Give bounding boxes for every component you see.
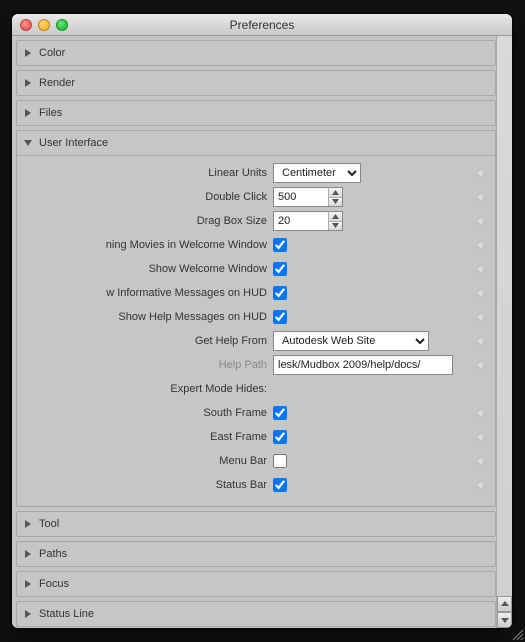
close-icon[interactable] (20, 19, 32, 31)
section-status-line: Status Line (16, 601, 496, 627)
section-body-ui: Linear Units Centimeter Double Click (17, 155, 495, 506)
section-title: Files (39, 107, 62, 119)
drag-box-stepper[interactable] (273, 211, 343, 231)
section-header-render[interactable]: Render (17, 71, 495, 95)
window-body: Color Render Files (12, 36, 512, 628)
reset-dot-icon[interactable] (477, 481, 485, 489)
disclosure-right-icon (23, 609, 33, 619)
reset-dot-icon[interactable] (477, 409, 485, 417)
titlebar[interactable]: Preferences (12, 14, 512, 36)
disclosure-right-icon (23, 549, 33, 559)
section-user-interface: User Interface Linear Units Centimeter (16, 130, 496, 507)
disclosure-right-icon (23, 108, 33, 118)
double-click-stepper[interactable] (273, 187, 343, 207)
welcome-label: Show Welcome Window (25, 263, 273, 275)
section-header-files[interactable]: Files (17, 101, 495, 125)
south-frame-label: South Frame (25, 407, 273, 419)
resize-grip-icon[interactable] (510, 627, 512, 628)
section-title: Color (39, 47, 65, 59)
menu-bar-checkbox[interactable] (273, 454, 287, 468)
get-help-label: Get Help From (25, 335, 273, 347)
section-paths: Paths (16, 541, 496, 567)
section-title: Tool (39, 518, 59, 530)
section-files: Files (16, 100, 496, 126)
south-frame-checkbox[interactable] (273, 406, 287, 420)
step-down-icon[interactable] (329, 197, 342, 207)
section-header-tool[interactable]: Tool (17, 512, 495, 536)
section-title: Focus (39, 578, 69, 590)
hud-info-label: w Informative Messages on HUD (25, 287, 273, 299)
help-path-label: Help Path (25, 359, 273, 371)
step-up-icon[interactable] (329, 212, 342, 221)
status-bar-checkbox[interactable] (273, 478, 287, 492)
disclosure-right-icon (23, 48, 33, 58)
reset-dot-icon[interactable] (477, 265, 485, 273)
linear-units-select[interactable]: Centimeter (273, 163, 361, 183)
vertical-scrollbar[interactable] (496, 36, 512, 628)
east-frame-checkbox[interactable] (273, 430, 287, 444)
section-header-status-line[interactable]: Status Line (17, 602, 495, 626)
reset-dot-icon[interactable] (477, 313, 485, 321)
hud-help-checkbox[interactable] (273, 310, 287, 324)
status-bar-label: Status Bar (25, 479, 273, 491)
drag-box-input[interactable] (274, 212, 328, 230)
reset-dot-icon[interactable] (477, 289, 485, 297)
double-click-label: Double Click (25, 191, 273, 203)
hud-help-label: Show Help Messages on HUD (25, 311, 273, 323)
section-render: Render (16, 70, 496, 96)
section-title: Paths (39, 548, 67, 560)
get-help-select[interactable]: Autodesk Web Site (273, 331, 429, 351)
section-color: Color (16, 40, 496, 66)
reset-dot-icon[interactable] (477, 169, 485, 177)
preferences-content: Color Render Files (12, 36, 496, 628)
reset-dot-icon[interactable] (477, 433, 485, 441)
section-header-color[interactable]: Color (17, 41, 495, 65)
section-title: User Interface (39, 137, 108, 149)
reset-dot-icon[interactable] (477, 217, 485, 225)
traffic-lights (20, 19, 68, 31)
zoom-icon[interactable] (56, 19, 68, 31)
help-path-field (273, 355, 453, 375)
section-title: Status Line (39, 608, 94, 620)
section-tool: Tool (16, 511, 496, 537)
preferences-window: Preferences Color Render (12, 14, 512, 628)
movies-label: ning Movies in Welcome Window (25, 239, 273, 251)
expert-mode-label: Expert Mode Hides: (25, 383, 273, 395)
reset-dot-icon[interactable] (477, 361, 485, 369)
section-header-ui[interactable]: User Interface (17, 131, 495, 155)
step-up-icon[interactable] (329, 188, 342, 197)
section-focus: Focus (16, 571, 496, 597)
section-header-focus[interactable]: Focus (17, 572, 495, 596)
east-frame-label: East Frame (25, 431, 273, 443)
section-header-paths[interactable]: Paths (17, 542, 495, 566)
reset-dot-icon[interactable] (477, 457, 485, 465)
minimize-icon[interactable] (38, 19, 50, 31)
linear-units-label: Linear Units (25, 167, 273, 179)
section-title: Render (39, 77, 75, 89)
reset-dot-icon[interactable] (477, 193, 485, 201)
welcome-checkbox[interactable] (273, 262, 287, 276)
scroll-up-icon[interactable] (497, 596, 512, 612)
disclosure-right-icon (23, 519, 33, 529)
reset-dot-icon[interactable] (477, 241, 485, 249)
window-title: Preferences (12, 18, 512, 32)
disclosure-down-icon (23, 138, 33, 148)
step-down-icon[interactable] (329, 221, 342, 231)
hud-info-checkbox[interactable] (273, 286, 287, 300)
drag-box-label: Drag Box Size (25, 215, 273, 227)
movies-checkbox[interactable] (273, 238, 287, 252)
double-click-input[interactable] (274, 188, 328, 206)
reset-dot-icon[interactable] (477, 337, 485, 345)
menu-bar-label: Menu Bar (25, 455, 273, 467)
scroll-down-icon[interactable] (497, 612, 512, 628)
disclosure-right-icon (23, 78, 33, 88)
disclosure-right-icon (23, 579, 33, 589)
